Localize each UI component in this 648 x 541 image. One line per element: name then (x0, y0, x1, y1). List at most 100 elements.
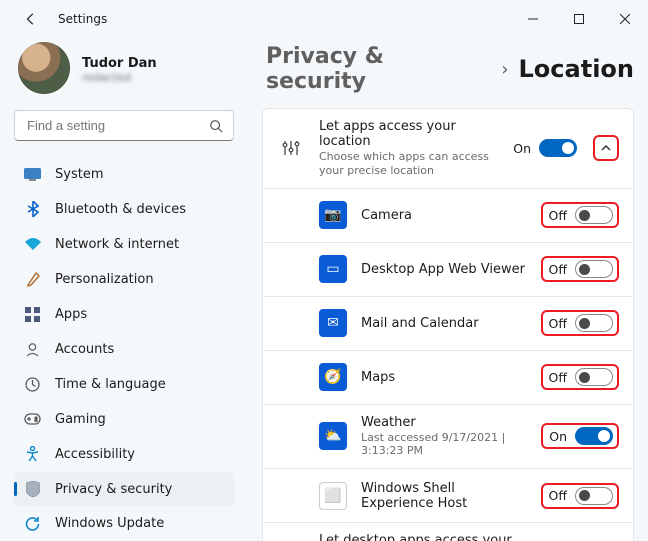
sidebar-item-system[interactable]: System (14, 157, 234, 191)
sidebar-item-bluetooth[interactable]: Bluetooth & devices (14, 192, 234, 226)
update-icon (24, 515, 41, 532)
camera-icon: 📷 (319, 201, 347, 229)
page-title: Location (519, 55, 634, 83)
accounts-icon (24, 341, 41, 358)
window-title: Settings (58, 12, 107, 26)
row-desktop-app-web-viewer: ▭ Desktop App Web Viewer Off (263, 242, 633, 296)
search-box[interactable] (14, 110, 234, 141)
windows-shell-experience-host-icon: ⬜ (319, 482, 347, 510)
time-icon (24, 376, 41, 393)
apps-icon (24, 306, 41, 323)
camera-toggle[interactable] (575, 206, 613, 224)
desktop-app-web-viewer-toggle-group: Off (541, 256, 619, 282)
sidebar-item-gaming[interactable]: Gaming (14, 402, 234, 436)
back-button[interactable] (22, 10, 40, 28)
maps-icon: 🧭 (319, 363, 347, 391)
sidebar-item-label: Gaming (55, 412, 106, 427)
weather-toggle-group: On (541, 423, 619, 449)
row-mail-and-calendar: ✉ Mail and Calendar Off (263, 296, 633, 350)
system-icon (24, 166, 41, 183)
sidebar-item-label: Accessibility (55, 447, 135, 462)
header-subtitle: Choose which apps can access your precis… (319, 150, 491, 178)
row-windows-shell-experience-host: ⬜ Windows Shell Experience Host Off (263, 468, 633, 522)
sidebar-item-label: Windows Update (55, 516, 164, 531)
sidebar-item-label: Time & language (55, 377, 166, 392)
app-name: Mail and Calendar (361, 316, 527, 331)
sidebar-item-label: Bluetooth & devices (55, 202, 186, 217)
desktop-app-web-viewer-toggle-label: Off (547, 262, 567, 277)
row-camera: 📷 Camera Off (263, 188, 633, 242)
app-name: Camera (361, 208, 527, 223)
sidebar-item-apps[interactable]: Apps (14, 297, 234, 331)
maximize-button[interactable] (556, 0, 602, 38)
accessibility-icon (24, 446, 41, 463)
maps-toggle-group: Off (541, 364, 619, 390)
app-name: Weather (361, 415, 527, 430)
sidebar-item-accounts[interactable]: Accounts (14, 332, 234, 366)
weather-icon: ⛅ (319, 422, 347, 450)
desktop-app-web-viewer-toggle[interactable] (575, 260, 613, 278)
sidebar-item-label: Personalization (55, 272, 154, 287)
search-input[interactable] (25, 117, 195, 134)
maps-toggle[interactable] (575, 368, 613, 386)
windows-shell-experience-host-toggle-group: Off (541, 483, 619, 509)
sidebar-item-personal[interactable]: Personalization (14, 262, 234, 296)
search-icon (209, 119, 223, 133)
breadcrumb-parent[interactable]: Privacy & security (266, 44, 491, 94)
sidebar-item-network[interactable]: Network & internet (14, 227, 234, 261)
row-maps: 🧭 Maps Off (263, 350, 633, 404)
mail-and-calendar-icon: ✉ (319, 309, 347, 337)
minimize-button[interactable] (510, 0, 556, 38)
header-toggle-label: On (511, 141, 531, 156)
sidebar-item-time[interactable]: Time & language (14, 367, 234, 401)
sidebar-item-label: Network & internet (55, 237, 179, 252)
sliders-icon (277, 134, 305, 162)
camera-toggle-label: Off (547, 208, 567, 223)
header-toggle-group: On (505, 135, 583, 161)
weather-toggle[interactable] (575, 427, 613, 445)
row-let-apps-access-location: Let apps access your locationChoose whic… (263, 109, 633, 188)
app-subtitle: Last accessed 9/17/2021 | 3:13:23 PM (361, 431, 527, 459)
sidebar-item-label: System (55, 167, 103, 182)
main-content: Privacy & security › Location Let apps a… (248, 38, 648, 541)
gaming-icon (24, 411, 41, 428)
sidebar-item-label: Privacy & security (55, 482, 172, 497)
weather-toggle-label: On (547, 429, 567, 444)
privacy-icon (24, 481, 41, 498)
maps-toggle-label: Off (547, 370, 567, 385)
app-name: Desktop App Web Viewer (361, 262, 527, 277)
profile-name: Tudor Dan (82, 56, 182, 71)
breadcrumb: Privacy & security › Location (262, 38, 634, 108)
collapse-button[interactable] (593, 135, 619, 161)
sidebar-item-privacy[interactable]: Privacy & security (14, 472, 234, 506)
camera-toggle-group: Off (541, 202, 619, 228)
sidebar-nav: System Bluetooth & devices Network & inter… (14, 157, 234, 541)
profile-block[interactable]: Tudor Dan redacted (14, 38, 234, 108)
sidebar-item-update[interactable]: Windows Update (14, 507, 234, 541)
sidebar-item-accessibility[interactable]: Accessibility (14, 437, 234, 471)
breadcrumb-separator: › (501, 59, 508, 80)
sidebar-item-label: Apps (55, 307, 87, 322)
row-weather: ⛅ WeatherLast accessed 9/17/2021 | 3:13:2… (263, 404, 633, 469)
network-icon (24, 236, 41, 253)
bluetooth-icon (24, 201, 41, 218)
header-toggle[interactable] (539, 139, 577, 157)
sidebar-item-label: Accounts (55, 342, 114, 357)
app-name: Windows Shell Experience Host (361, 481, 527, 511)
personal-icon (24, 271, 41, 288)
header-title: Let apps access your location (319, 119, 491, 149)
titlebar: Settings (0, 0, 648, 38)
windows-shell-experience-host-toggle[interactable] (575, 487, 613, 505)
mail-and-calendar-toggle-group: Off (541, 310, 619, 336)
app-name: Maps (361, 370, 527, 385)
mail-and-calendar-toggle[interactable] (575, 314, 613, 332)
windows-shell-experience-host-toggle-label: Off (547, 488, 567, 503)
mail-and-calendar-toggle-label: Off (547, 316, 567, 331)
footer-title: Let desktop apps access your location (319, 533, 527, 541)
sidebar: Tudor Dan redacted System Bluetooth & dev… (0, 38, 248, 541)
close-button[interactable] (602, 0, 648, 38)
row-let-desktop-apps-access-location: Let desktop apps access your locationDes… (263, 522, 633, 541)
profile-subtitle: redacted (82, 71, 182, 81)
desktop-app-web-viewer-icon: ▭ (319, 255, 347, 283)
location-apps-panel: Let apps access your locationChoose whic… (262, 108, 634, 541)
